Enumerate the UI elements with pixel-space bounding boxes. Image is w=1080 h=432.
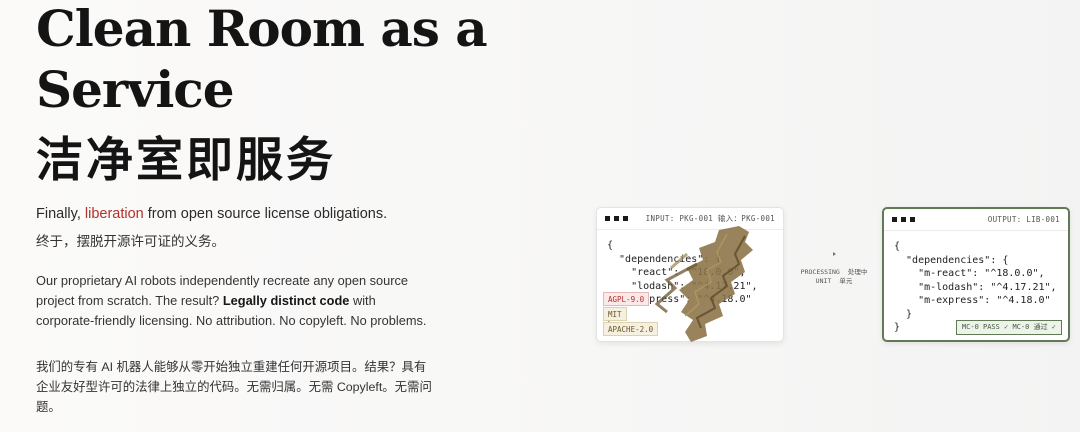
license-tag-mit: MIT xyxy=(603,307,627,321)
tagline-suffix: from open source license obligations. xyxy=(143,206,388,222)
window-dot-icon xyxy=(892,217,897,222)
window-dot-icon xyxy=(605,216,610,221)
processing-label-zh: 处理中 xyxy=(847,268,868,276)
hero-title-zh: 洁净室即服务 xyxy=(36,133,336,188)
hero-title-line-1: Clean Room as a xyxy=(36,0,488,58)
window-dot-icon xyxy=(614,216,619,221)
window-dot-icon xyxy=(623,216,628,221)
tagline-prefix: Finally, xyxy=(36,206,85,222)
window-dot-icon xyxy=(901,217,906,222)
processing-label-en-unit: UNIT xyxy=(815,277,832,285)
description-zh: 我们的专有 AI 机器人能够从零开始独立重建任何开源项目。结果？具有企业友好型许… xyxy=(36,360,432,414)
arrow-right-icon xyxy=(832,252,836,256)
hero-title: Clean Room as a Service xyxy=(36,0,488,120)
window-dots-icon xyxy=(605,216,628,221)
license-tag-apache: APACHE-2.0 xyxy=(603,322,659,336)
output-card-titlebar: OUTPUT: LIB-001 xyxy=(884,209,1068,231)
window-dots-icon xyxy=(892,217,915,222)
processing-labels-row-1: PROCESSING 处理中 xyxy=(790,268,878,277)
pass-badge: MC-0 PASS ✓ MC-0 通过 ✓ xyxy=(955,320,1062,335)
tagline: Finally, liberation from open source lic… xyxy=(36,205,387,223)
input-card-label: INPUT: PKG-001 输入：PKG-001 xyxy=(645,214,775,223)
tagline-zh: 终于，摆脱开源许可证的义务。 xyxy=(36,234,225,249)
processing-labels-row-2: UNIT 单元 xyxy=(790,277,878,286)
processing-label-en: PROCESSING xyxy=(800,268,840,276)
output-card: OUTPUT: LIB-001 { "dependencies": { "m-r… xyxy=(882,207,1070,342)
hero-title-line-2: Service xyxy=(36,60,235,119)
output-card-label: OUTPUT: LIB-001 xyxy=(987,215,1060,224)
window-dot-icon xyxy=(910,217,915,222)
tagline-accent: liberation xyxy=(84,206,144,222)
input-card: INPUT: PKG-001 输入：PKG-001 { "dependencie… xyxy=(596,207,784,342)
description-en-bold: Legally distinct code xyxy=(222,293,350,308)
processing-unit: PROCESSING 处理中 UNIT 单元 xyxy=(790,252,878,286)
processing-label-zh-unit: 单元 xyxy=(839,277,853,285)
input-card-titlebar: INPUT: PKG-001 输入：PKG-001 xyxy=(597,208,783,230)
license-tag-agpl: AGPL-9.0 xyxy=(603,292,650,306)
description-en: Our proprietary AI robots independently … xyxy=(36,271,436,331)
